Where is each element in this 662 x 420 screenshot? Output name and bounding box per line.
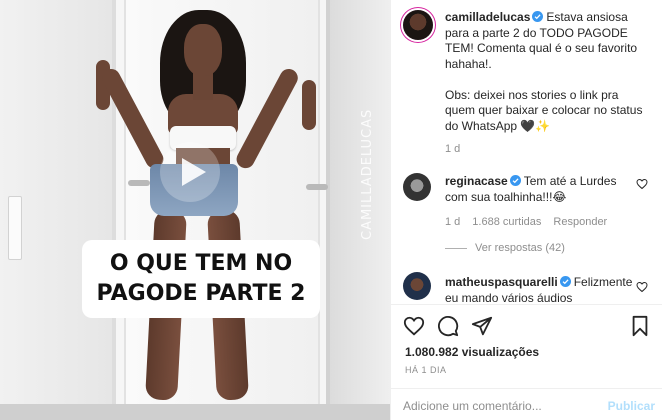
play-icon [182, 158, 206, 186]
heart-icon[interactable] [636, 281, 648, 293]
person-face [184, 24, 222, 76]
comment-text: matheuspasquarelli Felizmente eu mando vá… [445, 275, 635, 306]
caption-body: Estava ansiosa para a parte 2 do TODO PA… [445, 10, 643, 133]
heart-icon [403, 316, 425, 336]
divider [445, 247, 467, 249]
comment-icon [438, 316, 459, 337]
post-sidebar: camilladelucas Estava ansiosa para a part… [390, 0, 662, 420]
verified-icon [532, 11, 544, 22]
comment-meta: 1 d 1.688 curtidas Responder [445, 216, 607, 228]
door-handle [306, 184, 328, 190]
bookmark-icon [632, 315, 648, 337]
avatar[interactable] [403, 10, 433, 40]
person-neck [193, 72, 213, 100]
view-replies-label: Ver respostas (42) [475, 242, 565, 254]
comment-input[interactable] [403, 397, 603, 415]
video-caption-box: O QUE TEM NO PAGODE PARTE 2 [82, 240, 320, 318]
comment-composer: Publicar [391, 388, 662, 420]
video-caption-line: O QUE TEM NO [109, 251, 293, 276]
play-button[interactable] [160, 142, 220, 202]
reply-button[interactable]: Responder [553, 216, 607, 228]
verified-icon [509, 175, 521, 186]
post-video[interactable]: CAMILLADELUCAS O QUE TEM NO PAGODE PARTE… [0, 0, 390, 420]
heart-icon[interactable] [636, 178, 648, 190]
comment-likes[interactable]: 1.688 curtidas [472, 216, 541, 228]
person-arm [302, 80, 316, 130]
author-username[interactable]: camilladelucas [445, 10, 530, 24]
share-button[interactable] [471, 315, 493, 337]
video-caption-line: PAGODE PARTE 2 [96, 281, 306, 306]
action-bar [391, 304, 662, 346]
caption-time: 1 d [445, 143, 461, 155]
light-switch [8, 196, 22, 260]
share-icon [471, 316, 493, 336]
comment-username[interactable]: reginacase [445, 174, 508, 188]
save-button[interactable] [629, 315, 651, 337]
publish-button[interactable]: Publicar [608, 399, 655, 413]
floor [0, 404, 390, 420]
avatar[interactable] [403, 173, 431, 201]
verified-icon [559, 276, 571, 287]
comment-text: reginacase Tem até a Lurdes com sua toalh… [445, 174, 635, 205]
comment-username[interactable]: matheuspasquarelli [445, 275, 558, 289]
like-button[interactable] [403, 315, 425, 337]
view-replies-button[interactable]: Ver respostas (42) [445, 242, 565, 254]
door-handle [128, 180, 150, 186]
post-date: HÁ 1 DIA [405, 365, 447, 375]
caption-text: camilladelucas Estava ansiosa para a part… [445, 10, 651, 134]
comment-time: 1 d [445, 216, 461, 228]
view-count[interactable]: 1.080.982 visualizações [405, 345, 539, 359]
video-watermark: CAMILLADELUCAS [360, 108, 375, 240]
comment-button[interactable] [437, 315, 459, 337]
avatar[interactable] [403, 272, 431, 300]
